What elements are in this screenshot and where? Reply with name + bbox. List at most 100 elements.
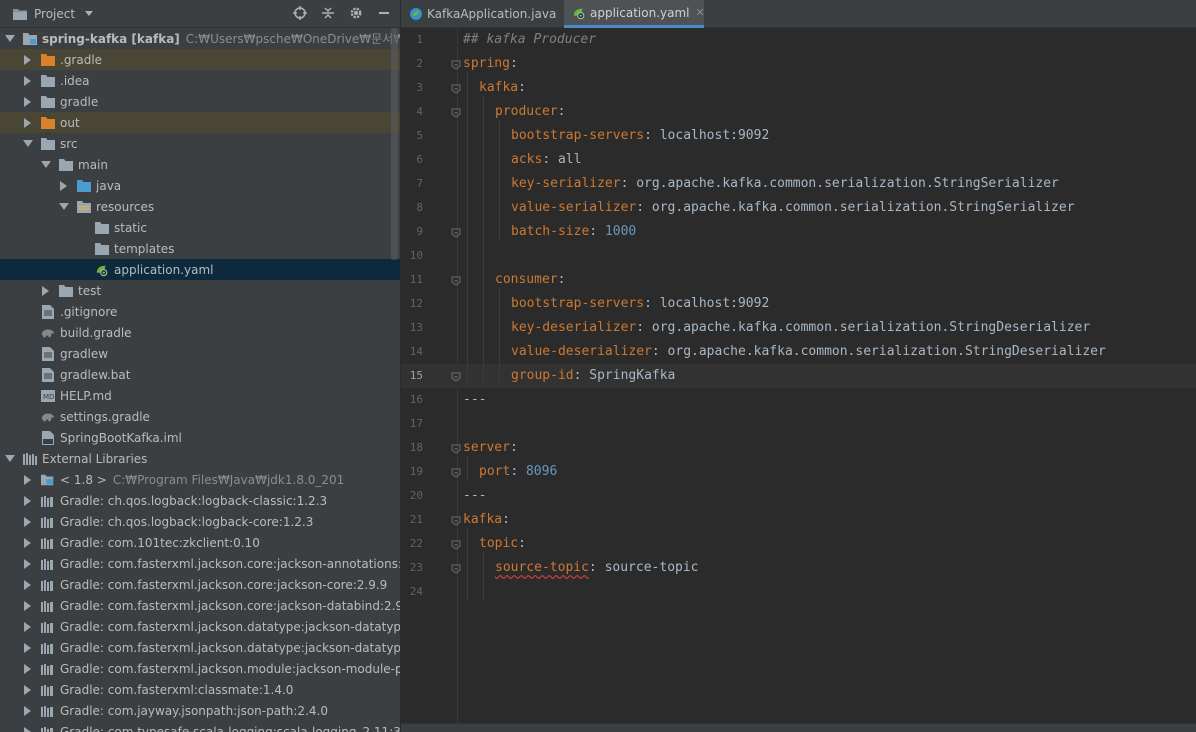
- code-line[interactable]: 23 source-topic: source-topic: [401, 556, 1196, 580]
- chevron-right-icon[interactable]: [23, 516, 33, 527]
- chevron-right-icon[interactable]: [23, 117, 33, 128]
- crosshair-icon[interactable]: [292, 5, 308, 21]
- code-line[interactable]: 2 spring:: [401, 52, 1196, 76]
- code-line[interactable]: 3 kafka:: [401, 76, 1196, 100]
- code-line[interactable]: 21 kafka:: [401, 508, 1196, 532]
- chevron-right-icon[interactable]: [23, 474, 33, 485]
- chevron-down-icon[interactable]: [41, 160, 51, 170]
- chevron-down-icon[interactable]: [59, 202, 69, 212]
- tree-node[interactable]: .gradle: [0, 49, 400, 70]
- fold-marker-icon[interactable]: [451, 107, 461, 118]
- chevron-right-icon[interactable]: [59, 180, 69, 191]
- tree-scrollbar[interactable]: [391, 28, 398, 260]
- fold-marker-icon[interactable]: [451, 371, 461, 382]
- tree-node[interactable]: MD HELP.md: [0, 385, 400, 406]
- fold-marker-icon[interactable]: [451, 59, 461, 70]
- chevron-right-icon[interactable]: [41, 285, 51, 296]
- tree-node[interactable]: External Libraries: [0, 448, 400, 469]
- chevron-down-icon[interactable]: [5, 454, 15, 464]
- tree-node[interactable]: Gradle: ch.qos.logback:logback-core:1.2.…: [0, 511, 400, 532]
- chevron-right-icon[interactable]: [23, 705, 33, 716]
- code-line[interactable]: 6 acks: all: [401, 148, 1196, 172]
- chevron-right-icon[interactable]: [23, 96, 33, 107]
- code-line[interactable]: 18 server:: [401, 436, 1196, 460]
- code-line[interactable]: 24: [401, 580, 1196, 604]
- tree-node[interactable]: src: [0, 133, 400, 154]
- tree-node[interactable]: gradlew: [0, 343, 400, 364]
- chevron-right-icon[interactable]: [23, 579, 33, 590]
- chevron-right-icon[interactable]: [23, 75, 33, 86]
- tree-node[interactable]: spring-kafka [kafka] C:₩Users₩psche₩OneDr…: [0, 28, 400, 49]
- tree-node[interactable]: Gradle: com.101tec:zkclient:0.10: [0, 532, 400, 553]
- tree-node[interactable]: .gitignore: [0, 301, 400, 322]
- tree-node[interactable]: < 1.8 > C:₩Program Files₩Java₩jdk1.8.0_20…: [0, 469, 400, 490]
- tree-node[interactable]: Gradle: com.fasterxml.jackson.core:jacks…: [0, 574, 400, 595]
- editor-tab[interactable]: application.yaml ✕: [564, 0, 705, 28]
- chevron-down-icon[interactable]: [23, 139, 33, 149]
- chevron-right-icon[interactable]: [23, 558, 33, 569]
- code-editor[interactable]: 1 ## kafka Producer 2 spring: 3 kafka: 4 produc…: [401, 28, 1196, 723]
- tree-node[interactable]: test: [0, 280, 400, 301]
- collapse-icon[interactable]: [320, 5, 336, 21]
- fold-marker-icon[interactable]: [451, 227, 461, 238]
- code-line[interactable]: 19 port: 8096: [401, 460, 1196, 484]
- tree-node[interactable]: Gradle: com.fasterxml.jackson.core:jacks…: [0, 553, 400, 574]
- fold-marker-icon[interactable]: [451, 275, 461, 286]
- tree-node[interactable]: main: [0, 154, 400, 175]
- tree-node[interactable]: .idea: [0, 70, 400, 91]
- fold-marker-icon[interactable]: [451, 539, 461, 550]
- tree-node[interactable]: out: [0, 112, 400, 133]
- tree-node[interactable]: application.yaml: [0, 259, 400, 280]
- tree-node[interactable]: Gradle: com.fasterxml.jackson.core:jacks…: [0, 595, 400, 616]
- fold-marker-icon[interactable]: [451, 467, 461, 478]
- tree-node[interactable]: resources: [0, 196, 400, 217]
- tree-node[interactable]: Gradle: com.fasterxml.jackson.module:jac…: [0, 658, 400, 679]
- code-line[interactable]: 15 group-id: SpringKafka: [401, 364, 1196, 388]
- fold-marker-icon[interactable]: [451, 515, 461, 526]
- code-line[interactable]: 4 producer:: [401, 100, 1196, 124]
- code-line[interactable]: 16 ---: [401, 388, 1196, 412]
- code-line[interactable]: 17: [401, 412, 1196, 436]
- tree-node[interactable]: gradlew.bat: [0, 364, 400, 385]
- chevron-right-icon[interactable]: [23, 684, 33, 695]
- close-icon[interactable]: ✕: [696, 6, 705, 19]
- chevron-right-icon[interactable]: [23, 600, 33, 611]
- chevron-right-icon[interactable]: [23, 663, 33, 674]
- tree-node[interactable]: Gradle: ch.qos.logback:logback-classic:1…: [0, 490, 400, 511]
- fold-marker-icon[interactable]: [451, 443, 461, 454]
- gear-icon[interactable]: [348, 5, 364, 21]
- fold-marker-icon[interactable]: [451, 563, 461, 574]
- code-line[interactable]: 10: [401, 244, 1196, 268]
- editor-tab[interactable]: KafkaApplication.java✕: [401, 0, 572, 28]
- code-line[interactable]: 9 batch-size: 1000: [401, 220, 1196, 244]
- code-line[interactable]: 13 key-deserializer: org.apache.kafka.com…: [401, 316, 1196, 340]
- code-line[interactable]: 22 topic:: [401, 532, 1196, 556]
- chevron-right-icon[interactable]: [23, 621, 33, 632]
- chevron-right-icon[interactable]: [23, 537, 33, 548]
- project-view-selector[interactable]: Project: [12, 6, 97, 22]
- tree-node[interactable]: java: [0, 175, 400, 196]
- tree-node[interactable]: build.gradle: [0, 322, 400, 343]
- tree-node[interactable]: Gradle: com.fasterxml.jackson.datatype:j…: [0, 637, 400, 658]
- tree-node[interactable]: Gradle: com.fasterxml.jackson.datatype:j…: [0, 616, 400, 637]
- chevron-down-icon[interactable]: [5, 34, 15, 44]
- code-line[interactable]: 1 ## kafka Producer: [401, 28, 1196, 52]
- code-line[interactable]: 5 bootstrap-servers: localhost:9092: [401, 124, 1196, 148]
- code-line[interactable]: 14 value-deserializer: org.apache.kafka.c…: [401, 340, 1196, 364]
- tree-node[interactable]: templates: [0, 238, 400, 259]
- tree-node[interactable]: Gradle: com.typesafe.scala-logging:scala…: [0, 721, 400, 732]
- code-line[interactable]: 8 value-serializer: org.apache.kafka.comm…: [401, 196, 1196, 220]
- tree-node[interactable]: settings.gradle: [0, 406, 400, 427]
- chevron-right-icon[interactable]: [23, 642, 33, 653]
- code-line[interactable]: 20 ---: [401, 484, 1196, 508]
- code-line[interactable]: 11 consumer:: [401, 268, 1196, 292]
- tree-node[interactable]: SpringBootKafka.iml: [0, 427, 400, 448]
- tree-node[interactable]: Gradle: com.jayway.jsonpath:json-path:2.…: [0, 700, 400, 721]
- chevron-right-icon[interactable]: [23, 726, 33, 732]
- code-line[interactable]: 12 bootstrap-servers: localhost:9092: [401, 292, 1196, 316]
- code-line[interactable]: 7 key-serializer: org.apache.kafka.common…: [401, 172, 1196, 196]
- tree-node[interactable]: Gradle: com.fasterxml:classmate:1.4.0: [0, 679, 400, 700]
- fold-marker-icon[interactable]: [451, 83, 461, 94]
- chevron-right-icon[interactable]: [23, 495, 33, 506]
- minimize-icon[interactable]: [376, 5, 392, 21]
